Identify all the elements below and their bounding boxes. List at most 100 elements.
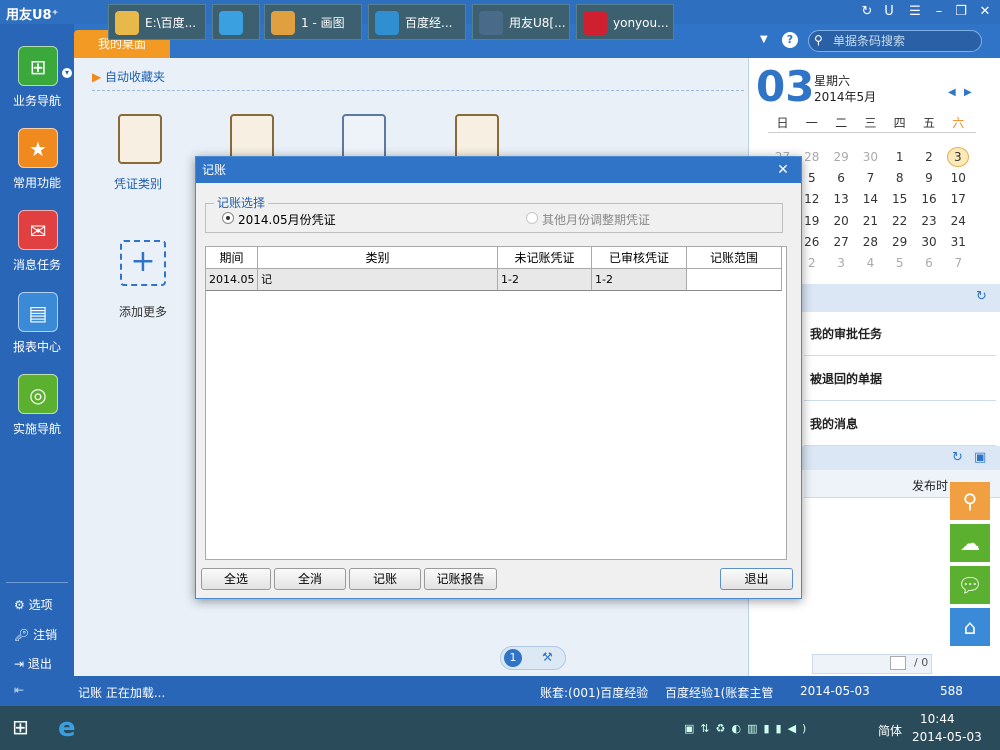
calendar-day-cell[interactable]: 30 [856, 150, 885, 164]
calendar-day-cell[interactable]: 13 [827, 192, 856, 206]
select-all-button[interactable]: 全选 [201, 568, 271, 590]
sidebar-item-common[interactable]: ★ 常用功能 [0, 128, 74, 208]
calendar-day-cell[interactable]: 1 [885, 150, 914, 164]
u-icon[interactable]: U [880, 3, 898, 21]
taskbar-item-u8[interactable]: 用友U8[... [472, 4, 570, 40]
calendar-day-cell[interactable]: 31 [944, 235, 973, 249]
calendar-day-cell[interactable]: 6 [915, 256, 944, 270]
chat-icon[interactable]: 💬︎ [950, 566, 990, 604]
clock-time[interactable]: 10:44 [920, 712, 955, 726]
table-cell-audited[interactable]: 1-2 [592, 269, 687, 291]
taskbar-item-yonyou[interactable]: yonyou... [576, 4, 674, 40]
table-cell-range[interactable] [687, 269, 782, 291]
post-button[interactable]: 记账 [349, 568, 421, 590]
options-link[interactable]: ⚙ 选项 [14, 596, 53, 613]
add-more-label[interactable]: 添加更多 [119, 303, 167, 320]
calendar-day-cell[interactable]: 29 [827, 150, 856, 164]
sidebar-item-implementation[interactable]: ◎ 实施导航 [0, 374, 74, 454]
column-header-category[interactable]: 类别 [258, 247, 498, 269]
next-month-icon[interactable]: ▶ [964, 87, 972, 98]
taskbar-item-app[interactable] [212, 4, 260, 40]
calendar-day-cell[interactable]: 4 [856, 256, 885, 270]
logout-link[interactable]: 🔑︎ 注销 [14, 626, 57, 643]
column-header-period[interactable]: 期间 [206, 247, 258, 269]
column-header-audited[interactable]: 已审核凭证 [592, 247, 687, 269]
clock-date[interactable]: 2014-05-03 [912, 730, 982, 744]
calendar-day-cell[interactable]: 28 [856, 235, 885, 249]
ie-icon[interactable]: e [58, 712, 92, 744]
calendar-day-cell[interactable]: 3 [946, 147, 969, 167]
clipboard-icon[interactable] [118, 114, 162, 164]
book-icon[interactable]: ▣ [974, 450, 986, 465]
refresh-icon[interactable]: ↻ [952, 450, 963, 465]
calendar-day-cell[interactable]: 16 [915, 192, 944, 206]
task-returned-docs[interactable]: 被退回的单据 [804, 357, 996, 401]
calendar-day-cell[interactable]: 5 [885, 256, 914, 270]
calendar-day-cell[interactable]: 29 [885, 235, 914, 249]
dropdown-icon[interactable]: ▼ [760, 34, 768, 45]
sidebar-item-reports[interactable]: ▤ 报表中心 [0, 292, 74, 372]
app-label-voucher-category[interactable]: 凭证类别 [114, 175, 162, 192]
calendar-day-cell[interactable]: 15 [885, 192, 914, 206]
calendar-day-cell[interactable]: 17 [944, 192, 973, 206]
calendar-day-cell[interactable]: 3 [827, 256, 856, 270]
search-input[interactable]: 单据条码搜索 [808, 30, 982, 52]
prev-month-icon[interactable]: ◀ [948, 87, 956, 98]
column-header-range[interactable]: 记账范围 [687, 247, 782, 269]
tray-icons[interactable]: ▣⇅♻◐▥▮▮◀) [684, 722, 864, 736]
calendar-day-cell[interactable]: 30 [915, 235, 944, 249]
calendar-day-cell[interactable]: 9 [915, 171, 944, 185]
collapse-icon[interactable]: ⇤ [14, 683, 24, 697]
calendar-day-cell[interactable]: 6 [827, 171, 856, 185]
search-icon[interactable]: ⚲ [950, 482, 990, 520]
task-my-messages[interactable]: 我的消息 [804, 402, 996, 446]
calendar-day-cell[interactable]: 14 [856, 192, 885, 206]
calendar-day-cell[interactable]: 10 [944, 171, 973, 185]
table-cell-unposted[interactable]: 1-2 [498, 269, 592, 291]
close-icon[interactable]: ✕ [773, 160, 793, 180]
chevron-down-icon[interactable]: ▾ [62, 68, 72, 78]
calendar-day-cell[interactable]: 7 [856, 171, 885, 185]
radio-current-month-label[interactable]: 2014.05月份凭证 [238, 211, 336, 228]
windows-start-icon[interactable]: ⊞ [12, 716, 38, 738]
table-cell-category[interactable]: 记 [258, 269, 498, 291]
radio-current-month[interactable] [222, 212, 234, 224]
task-my-approvals[interactable]: 我的审批任务 [804, 312, 996, 356]
menu-icon[interactable]: ☰ [906, 3, 924, 21]
taskbar-item-explorer[interactable]: E:\百度... [108, 4, 206, 40]
exit-button[interactable]: 退出 [720, 568, 793, 590]
exit-link[interactable]: ⇥ 退出 [14, 655, 52, 672]
sidebar-item-business-nav[interactable]: ⊞ 业务导航 [0, 46, 74, 126]
sidebar-item-messages[interactable]: ✉ 消息任务 [0, 210, 74, 290]
calendar-day-cell[interactable]: 23 [915, 214, 944, 228]
refresh-icon[interactable]: ↻ [858, 3, 876, 21]
calendar-day-cell[interactable]: 21 [856, 214, 885, 228]
wrench-icon[interactable]: ⚒ [542, 650, 553, 664]
cloud-icon[interactable]: ☁ [950, 524, 990, 562]
add-more-button[interactable]: + [120, 240, 166, 286]
radio-other-month-label[interactable]: 其他月份调整期凭证 [542, 211, 650, 228]
taskbar-item-paint[interactable]: 1 - 画图 [264, 4, 362, 40]
post-report-button[interactable]: 记账报告 [424, 568, 497, 590]
restore-button[interactable]: ❐ [952, 3, 970, 21]
table-cell-period[interactable]: 2014.05 [206, 269, 258, 291]
calendar-day-cell[interactable]: 8 [885, 171, 914, 185]
page-input[interactable] [890, 656, 906, 670]
calendar-day-cell[interactable]: 24 [944, 214, 973, 228]
calendar-day-cell[interactable]: 27 [827, 235, 856, 249]
minimize-button[interactable]: – [930, 3, 948, 21]
help-icon[interactable]: ? [782, 32, 798, 48]
ime-indicator[interactable]: 简体 [878, 722, 902, 739]
deselect-all-button[interactable]: 全消 [274, 568, 346, 590]
calendar-day-cell[interactable]: 20 [827, 214, 856, 228]
taskbar-item-browser[interactable]: 百度经... [368, 4, 466, 40]
calendar-day-cell[interactable]: 7 [944, 256, 973, 270]
refresh-icon[interactable]: ↻ [976, 289, 987, 304]
calendar-day-cell[interactable]: 2 [915, 150, 944, 164]
calendar-day-cell[interactable]: 22 [885, 214, 914, 228]
inbox-icon[interactable]: ⌂ [950, 608, 990, 646]
radio-other-month[interactable] [526, 212, 538, 224]
column-header-unposted[interactable]: 未记账凭证 [498, 247, 592, 269]
page-1-button[interactable]: 1 [504, 649, 522, 667]
close-button[interactable]: ✕ [976, 3, 994, 21]
